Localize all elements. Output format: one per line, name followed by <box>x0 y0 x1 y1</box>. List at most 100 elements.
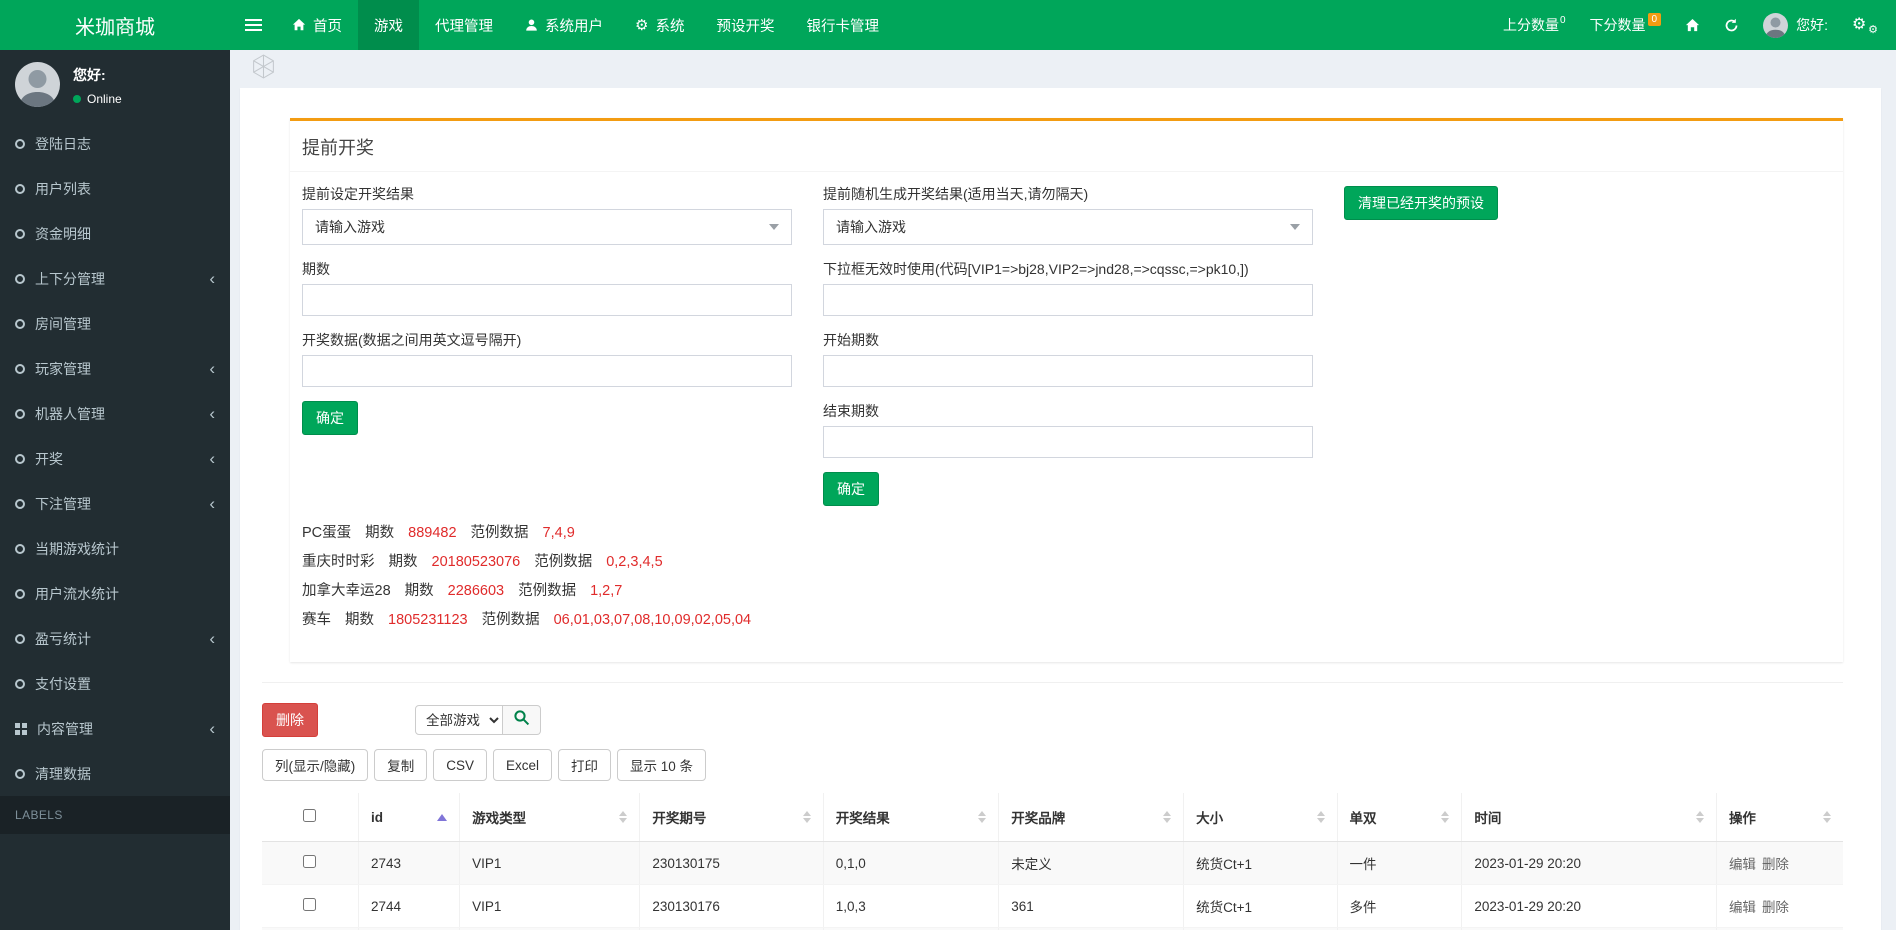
table-actions-toolbar: 列(显示/隐藏) 复制 CSV Excel 打印 显示 10 条 <box>262 749 1843 781</box>
main-section: 提前开奖 提前设定开奖结果 请输入游戏 <box>240 88 1881 930</box>
column-header-id[interactable]: id <box>358 793 459 842</box>
random-game-select[interactable]: 请输入游戏 <box>823 209 1313 245</box>
example-data-list: PC蛋蛋期数889482范例数据7,4,9 重庆时时彩期数20180523076… <box>302 522 1831 631</box>
example-line: PC蛋蛋期数889482范例数据7,4,9 <box>302 522 1831 544</box>
column-header-brand[interactable]: 开奖品牌 <box>999 793 1184 842</box>
brand-logo[interactable]: 米珈商城 <box>0 0 230 50</box>
row-checkbox[interactable] <box>303 855 316 868</box>
confirm-button-left[interactable]: 确定 <box>302 401 358 435</box>
greeting-text: 您好: <box>1796 15 1828 35</box>
nav-item-system-users[interactable]: 系统用户 <box>509 0 619 50</box>
online-status[interactable]: Online <box>73 92 122 106</box>
sidebar-item-profit-loss-stats[interactable]: 盈亏统计‹ <box>0 616 230 661</box>
column-header-parity[interactable]: 单双 <box>1337 793 1462 842</box>
settings-button[interactable]: ⚙⚙ <box>1852 17 1876 33</box>
sidebar-item-login-logs[interactable]: 登陆日志 <box>0 121 230 166</box>
select-all-checkbox[interactable] <box>303 809 316 822</box>
user-menu[interactable]: 您好: <box>1763 13 1828 38</box>
example-line: 重庆时时彩期数20180523076范例数据0,2,3,4,5 <box>302 551 1831 573</box>
table-row: 2743 VIP1 230130175 0,1,0 未定义 统货Ct+1 一件 … <box>262 842 1843 885</box>
circle-icon <box>15 589 25 599</box>
confirm-button-mid[interactable]: 确定 <box>823 472 879 506</box>
random-result-label: 提前随机生成开奖结果(适用当天,请勿隔天) <box>823 184 1313 204</box>
chevron-left-icon: ‹ <box>209 634 215 644</box>
sidebar-item-bet-management[interactable]: 下注管理‹ <box>0 481 230 526</box>
print-button[interactable]: 打印 <box>558 749 611 781</box>
sidebar-menu: 登陆日志 用户列表 资金明细 上下分管理‹ 房间管理 玩家管理‹ 机器人管理‹ … <box>0 121 230 796</box>
toggle-columns-button[interactable]: 列(显示/隐藏) <box>262 749 368 781</box>
sidebar-item-draw[interactable]: 开奖‹ <box>0 436 230 481</box>
period-label: 期数 <box>302 259 792 279</box>
nav-item-agent-management[interactable]: 代理管理 <box>419 0 509 50</box>
game-filter-select[interactable]: 全部游戏 <box>415 705 503 735</box>
start-period-input[interactable] <box>823 355 1313 387</box>
sidebar-item-current-game-stats[interactable]: 当期游戏统计 <box>0 526 230 571</box>
game-code-input[interactable] <box>823 284 1313 316</box>
draw-data-input[interactable] <box>302 355 792 387</box>
column-header-actions[interactable]: 操作 <box>1716 793 1843 842</box>
delete-selected-button[interactable]: 删除 <box>262 703 318 737</box>
up-score-counter[interactable]: 上分数量0 <box>1503 15 1566 35</box>
sidebar-toggle-button[interactable] <box>230 0 276 50</box>
end-period-label: 结束期数 <box>823 401 1313 421</box>
preset-draw-box: 提前开奖 提前设定开奖结果 请输入游戏 <box>290 118 1843 662</box>
game-code-label: 下拉框无效时使用(代码[VIP1=>bj28,VIP2=>jnd28,=>cqs… <box>823 259 1313 279</box>
circle-icon <box>15 544 25 554</box>
delete-link[interactable]: 删除 <box>1762 857 1789 872</box>
sidebar-user-panel: 您好: Online <box>0 50 230 121</box>
column-header-time[interactable]: 时间 <box>1462 793 1717 842</box>
circle-icon <box>15 229 25 239</box>
sidebar-item-user-list[interactable]: 用户列表 <box>0 166 230 211</box>
delete-link[interactable]: 删除 <box>1762 900 1789 915</box>
home-shortcut-button[interactable] <box>1685 18 1700 33</box>
sidebar-item-player-management[interactable]: 玩家管理‹ <box>0 346 230 391</box>
results-table: id 游戏类型 开奖期号 开奖结果 开奖品牌 大小 单双 时间 操作 <box>262 793 1843 930</box>
sidebar-item-score-management[interactable]: 上下分管理‹ <box>0 256 230 301</box>
nav-item-home[interactable]: 首页 <box>276 0 358 50</box>
circle-icon <box>15 274 25 284</box>
chevron-down-icon <box>769 224 779 230</box>
sidebar-item-user-flow-stats[interactable]: 用户流水统计 <box>0 571 230 616</box>
edit-link[interactable]: 编辑 <box>1729 900 1756 915</box>
page-size-button[interactable]: 显示 10 条 <box>617 749 706 781</box>
start-period-label: 开始期数 <box>823 330 1313 350</box>
search-button[interactable] <box>503 705 541 735</box>
preset-draw-form: 提前设定开奖结果 请输入游戏 期数 <box>290 172 1843 662</box>
column-header-game-type[interactable]: 游戏类型 <box>460 793 640 842</box>
refresh-button[interactable] <box>1724 18 1739 33</box>
sort-icon <box>978 811 986 823</box>
refresh-icon <box>1724 18 1739 33</box>
sidebar-item-clean-data[interactable]: 清理数据 <box>0 751 230 796</box>
period-input[interactable] <box>302 284 792 316</box>
user-icon <box>525 18 538 32</box>
sidebar-item-payment-settings[interactable]: 支付设置 <box>0 661 230 706</box>
grid-icon <box>15 723 27 735</box>
sort-icon <box>1441 811 1449 823</box>
edit-link[interactable]: 编辑 <box>1729 857 1756 872</box>
column-header-size[interactable]: 大小 <box>1184 793 1337 842</box>
row-checkbox[interactable] <box>303 898 316 911</box>
sidebar-item-content-management[interactable]: 内容管理‹ <box>0 706 230 751</box>
sidebar-item-funds-detail[interactable]: 资金明细 <box>0 211 230 256</box>
sidebar-item-room-management[interactable]: 房间管理 <box>0 301 230 346</box>
excel-export-button[interactable]: Excel <box>493 749 552 781</box>
nav-item-system[interactable]: ⚙ 系统 <box>619 0 700 50</box>
chevron-down-icon <box>1290 224 1300 230</box>
nav-item-bankcard-management[interactable]: 银行卡管理 <box>790 0 895 50</box>
column-header-result[interactable]: 开奖结果 <box>823 793 998 842</box>
set-result-label: 提前设定开奖结果 <box>302 184 792 204</box>
end-period-input[interactable] <box>823 426 1313 458</box>
content-topstrip <box>230 50 1896 88</box>
column-header-period[interactable]: 开奖期号 <box>640 793 823 842</box>
sidebar-item-robot-management[interactable]: 机器人管理‹ <box>0 391 230 436</box>
hexagon-icon <box>250 53 277 85</box>
nav-item-preset-draw[interactable]: 预设开奖 <box>700 0 790 50</box>
clear-drawn-presets-button[interactable]: 清理已经开奖的预设 <box>1344 186 1498 220</box>
copy-button[interactable]: 复制 <box>374 749 427 781</box>
csv-export-button[interactable]: CSV <box>433 749 487 781</box>
chevron-left-icon: ‹ <box>209 274 215 284</box>
down-score-counter[interactable]: 下分数量0 <box>1590 15 1662 35</box>
sidebar-greeting: 您好: <box>73 65 122 85</box>
nav-item-games[interactable]: 游戏 <box>358 0 419 50</box>
game-select[interactable]: 请输入游戏 <box>302 209 792 245</box>
